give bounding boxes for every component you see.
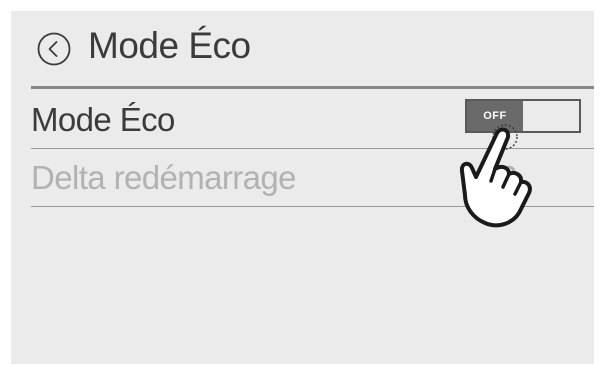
setting-row-delta-restart: Delta redémarrage 2: [31, 151, 594, 207]
delta-restart-value: 2: [499, 159, 518, 196]
delta-restart-label: Delta redémarrage: [31, 159, 297, 196]
page-title: Mode Éco: [88, 25, 251, 66]
header: Mode Éco: [11, 11, 594, 89]
row-divider: [31, 206, 594, 207]
setting-row-eco-mode[interactable]: Mode Éco OFF: [31, 93, 594, 149]
toggle-state-label: OFF: [483, 110, 507, 122]
eco-mode-toggle[interactable]: OFF: [465, 99, 581, 133]
eco-mode-label: Mode Éco: [31, 101, 175, 138]
settings-screen: Mode Éco Mode Éco OFF Delta redémarrage …: [11, 11, 594, 364]
header-divider: [31, 86, 594, 89]
row-divider: [31, 148, 594, 149]
back-arrow-circle-icon[interactable]: [37, 32, 71, 66]
